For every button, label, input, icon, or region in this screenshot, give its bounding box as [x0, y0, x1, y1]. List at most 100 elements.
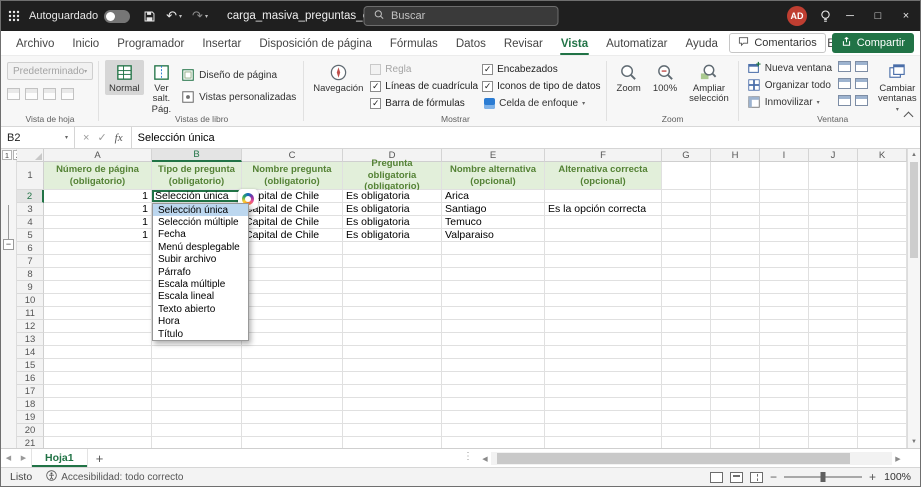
row-header-6[interactable]: 6 — [17, 242, 44, 255]
column-header-c[interactable]: C — [242, 149, 343, 162]
cell-C15[interactable] — [242, 359, 343, 372]
column-header-e[interactable]: E — [442, 149, 545, 162]
cell-K4[interactable] — [858, 216, 907, 229]
cell-J9[interactable] — [809, 281, 858, 294]
cell-E1[interactable]: Nombre alternativa (opcional) — [442, 162, 545, 190]
cell-G11[interactable] — [662, 307, 711, 320]
page-layout-view-button[interactable]: Diseño de página — [179, 67, 298, 83]
navigation-button[interactable]: Navegación — [310, 60, 366, 95]
undo-icon[interactable]: ↶▾ — [161, 1, 187, 31]
cell-J1[interactable] — [809, 162, 858, 190]
cell-J8[interactable] — [809, 268, 858, 281]
cell-D16[interactable] — [343, 372, 442, 385]
cell-A7[interactable] — [44, 255, 152, 268]
dropdown-option-parrafo[interactable]: Párrafo — [153, 266, 248, 278]
column-header-h[interactable]: H — [711, 149, 760, 162]
normal-view-icon[interactable] — [710, 472, 723, 483]
cell-F9[interactable] — [545, 281, 662, 294]
cell-C17[interactable] — [242, 385, 343, 398]
sheet-tab-hoja1[interactable]: Hoja1 — [31, 449, 88, 467]
cell-E18[interactable] — [442, 398, 545, 411]
cell-F14[interactable] — [545, 346, 662, 359]
tab-vista[interactable]: Vista — [552, 34, 597, 55]
cell-A8[interactable] — [44, 268, 152, 281]
keep-sheet-view-icon[interactable] — [7, 88, 20, 100]
zoom-in-icon[interactable]: + — [869, 470, 876, 484]
cell-J14[interactable] — [809, 346, 858, 359]
scroll-right-icon[interactable]: ▶ — [892, 455, 904, 463]
split-icon[interactable] — [838, 61, 851, 72]
cell-H3[interactable] — [711, 203, 760, 216]
cell-J6[interactable] — [809, 242, 858, 255]
cell-I16[interactable] — [760, 372, 809, 385]
column-header-b[interactable]: B — [152, 149, 242, 162]
cell-D11[interactable] — [343, 307, 442, 320]
column-header-i[interactable]: I — [760, 149, 809, 162]
cell-E13[interactable] — [442, 333, 545, 346]
cell-H18[interactable] — [711, 398, 760, 411]
row-header-8[interactable]: 8 — [17, 268, 44, 281]
cell-H6[interactable] — [711, 242, 760, 255]
hide-window-icon[interactable] — [838, 78, 851, 89]
cell-C16[interactable] — [242, 372, 343, 385]
cell-G5[interactable] — [662, 229, 711, 242]
cell-J20[interactable] — [809, 424, 858, 437]
cell-K5[interactable] — [858, 229, 907, 242]
cell-I8[interactable] — [760, 268, 809, 281]
cell-G10[interactable] — [662, 294, 711, 307]
cell-H13[interactable] — [711, 333, 760, 346]
cell-F21[interactable] — [545, 437, 662, 448]
cell-I13[interactable] — [760, 333, 809, 346]
new-sheet-view-icon[interactable] — [43, 88, 56, 100]
cell-D10[interactable] — [343, 294, 442, 307]
cell-G18[interactable] — [662, 398, 711, 411]
outline-level-1-button[interactable]: 1 — [2, 150, 12, 160]
cell-C20[interactable] — [242, 424, 343, 437]
tab-formulas[interactable]: Fórmulas — [381, 34, 447, 55]
cell-C14[interactable] — [242, 346, 343, 359]
cell-I7[interactable] — [760, 255, 809, 268]
cell-F10[interactable] — [545, 294, 662, 307]
row-header-13[interactable]: 13 — [17, 333, 44, 346]
freeze-panes-button[interactable]: Inmovilizar▾ — [745, 94, 834, 110]
cell-B2[interactable]: Selección única — [152, 190, 242, 203]
row-header-10[interactable]: 10 — [17, 294, 44, 307]
cell-J2[interactable] — [809, 190, 858, 203]
cell-C11[interactable] — [242, 307, 343, 320]
vertical-scroll-thumb[interactable] — [910, 162, 918, 258]
cell-E17[interactable] — [442, 385, 545, 398]
cell-E20[interactable] — [442, 424, 545, 437]
vertical-scrollbar[interactable]: ▲ ▼ — [907, 149, 920, 448]
cell-I15[interactable] — [760, 359, 809, 372]
cell-H10[interactable] — [711, 294, 760, 307]
cell-E4[interactable]: Temuco — [442, 216, 545, 229]
sheet-nav-left-icon[interactable]: ◀ — [1, 449, 16, 467]
cell-B16[interactable] — [152, 372, 242, 385]
cell-G6[interactable] — [662, 242, 711, 255]
reset-window-position-icon[interactable] — [855, 95, 868, 106]
cell-I14[interactable] — [760, 346, 809, 359]
new-window-button[interactable]: Nueva ventana — [745, 60, 834, 76]
avatar[interactable]: AD — [787, 6, 807, 26]
cell-F3[interactable]: Es la opción correcta — [545, 203, 662, 216]
cell-I5[interactable] — [760, 229, 809, 242]
cell-G12[interactable] — [662, 320, 711, 333]
checkbox-barra-de-formulas[interactable]: Barra de fórmulas — [370, 95, 478, 112]
cell-E19[interactable] — [442, 411, 545, 424]
cell-I19[interactable] — [760, 411, 809, 424]
cell-H4[interactable] — [711, 216, 760, 229]
cell-K7[interactable] — [858, 255, 907, 268]
cell-J16[interactable] — [809, 372, 858, 385]
zoom-slider[interactable] — [784, 476, 862, 478]
cell-E3[interactable]: Santiago — [442, 203, 545, 216]
cell-G1[interactable] — [662, 162, 711, 190]
cell-G14[interactable] — [662, 346, 711, 359]
cell-B21[interactable] — [152, 437, 242, 448]
cell-G19[interactable] — [662, 411, 711, 424]
tab-disposicion-de-pagina[interactable]: Disposición de página — [250, 34, 381, 55]
tab-datos[interactable]: Datos — [447, 34, 495, 55]
redo-icon[interactable]: ↷▾ — [187, 1, 213, 31]
dropdown-option-fecha[interactable]: Fecha — [153, 229, 248, 241]
row-header-5[interactable]: 5 — [17, 229, 44, 242]
column-header-j[interactable]: J — [809, 149, 858, 162]
